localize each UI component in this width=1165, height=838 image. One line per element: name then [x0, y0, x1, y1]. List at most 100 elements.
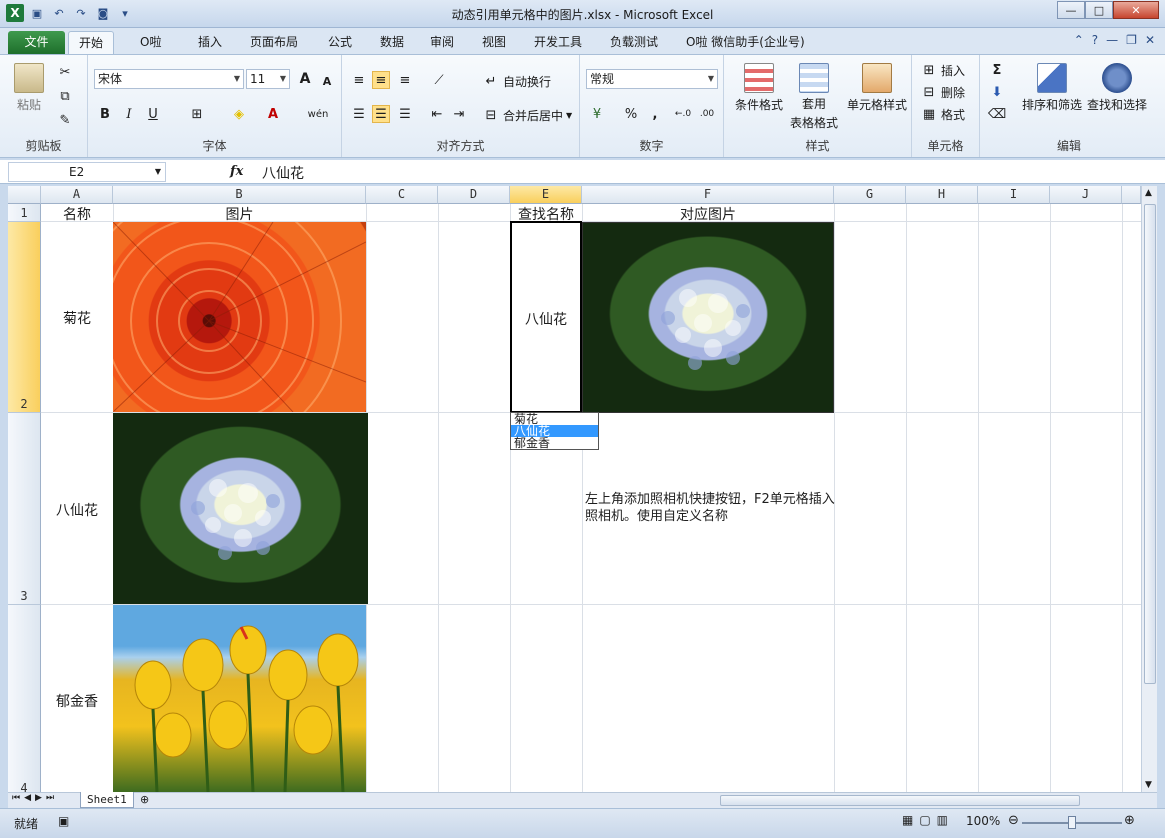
column-header-e[interactable]: E	[510, 186, 582, 204]
vertical-scrollbar[interactable]: ▲ ▼	[1141, 186, 1157, 792]
tab-file[interactable]: 文件	[8, 31, 65, 54]
row-header-1[interactable]: 1	[8, 204, 41, 222]
delete-cells-button[interactable]: ⊟ 删除	[920, 83, 965, 101]
sort-filter-button[interactable]: 排序和筛选	[1020, 63, 1084, 113]
camera-picture-f2[interactable]	[582, 222, 834, 413]
column-header-k[interactable]	[1122, 186, 1141, 204]
tab-review[interactable]: 审阅	[420, 31, 464, 54]
format-cells-button[interactable]: ▦ 格式	[920, 105, 965, 123]
help-icon[interactable]: ?	[1092, 33, 1098, 47]
insert-sheet-icon[interactable]: ⊕	[140, 793, 149, 806]
number-format-select[interactable]: 常规 ▼	[586, 69, 718, 89]
decrease-decimal-icon[interactable]: .00	[696, 105, 718, 123]
horizontal-scroll-thumb[interactable]	[720, 795, 1080, 806]
cell-a3[interactable]: 八仙花	[41, 500, 113, 520]
tab-home[interactable]: 开始	[68, 31, 115, 54]
tab-view[interactable]: 视图	[472, 31, 516, 54]
align-top-icon[interactable]: ≡	[350, 71, 368, 89]
tab-developer[interactable]: 开发工具	[524, 31, 592, 54]
clear-icon[interactable]: ⌫	[988, 105, 1006, 123]
vertical-scroll-thumb[interactable]	[1144, 204, 1156, 684]
chrysanthemum-image[interactable]	[113, 222, 366, 412]
align-left-icon[interactable]: ☰	[350, 105, 368, 123]
insert-function-icon[interactable]: fx	[230, 164, 243, 179]
tab-load-test[interactable]: 负载测试	[600, 31, 668, 54]
insert-cells-button[interactable]: ⊞ 插入	[920, 61, 965, 79]
comma-icon[interactable]: ,	[646, 105, 664, 123]
zoom-in-icon[interactable]: ⊕	[1124, 813, 1135, 828]
copy-icon[interactable]: ⧉	[56, 87, 74, 105]
column-header-j[interactable]: J	[1050, 186, 1122, 204]
select-all-corner[interactable]	[8, 186, 41, 204]
cell-a1[interactable]: 名称	[41, 204, 113, 224]
doc-restore-icon[interactable]: ❐	[1126, 33, 1137, 47]
tab-ola[interactable]: O啦	[130, 31, 171, 54]
hydrangea-image-a3[interactable]	[113, 413, 368, 604]
macro-record-icon[interactable]: ▣	[58, 814, 69, 828]
font-color-icon[interactable]: A	[264, 105, 282, 123]
paste-button[interactable]: 粘贴	[14, 63, 44, 113]
grow-font-icon[interactable]: A	[296, 70, 314, 88]
tab-insert[interactable]: 插入	[188, 31, 232, 54]
accounting-format-icon[interactable]: ¥	[588, 105, 606, 123]
row-header-2[interactable]: 2	[8, 222, 41, 413]
doc-close-icon[interactable]: ✕	[1145, 33, 1155, 47]
column-header-d[interactable]: D	[438, 186, 510, 204]
cell-e2[interactable]: 八仙花	[510, 221, 582, 413]
view-buttons[interactable]: ▦▢▥	[902, 813, 954, 827]
collapse-ribbon-icon[interactable]: ⌃	[1074, 33, 1084, 47]
sheet-nav-icons[interactable]: ⏮◀▶⏭	[12, 793, 58, 803]
find-select-button[interactable]: 查找和选择	[1084, 63, 1150, 113]
phonetic-icon[interactable]: wén	[306, 105, 330, 123]
tab-data[interactable]: 数据	[370, 31, 414, 54]
minimize-button[interactable]: —	[1057, 1, 1085, 19]
format-as-table-button[interactable]: 套用 表格格式	[786, 63, 842, 131]
font-name-select[interactable]: 宋体 ▼	[94, 69, 244, 89]
formula-input[interactable]: 八仙花	[262, 163, 304, 183]
cell-b1[interactable]: 图片	[113, 204, 366, 224]
scroll-up-icon[interactable]: ▲	[1145, 188, 1152, 198]
zoom-slider-knob[interactable]	[1068, 816, 1076, 829]
align-center-icon[interactable]: ☰	[372, 105, 390, 123]
doc-minimize-icon[interactable]: —	[1106, 33, 1118, 47]
merge-center-button[interactable]: ⊟ 合并后居中 ▼	[482, 106, 573, 124]
tab-ola-wechat[interactable]: O啦 微信助手(企业号)	[676, 31, 815, 54]
autosum-icon[interactable]: Σ	[988, 61, 1006, 79]
column-header-a[interactable]: A	[41, 186, 113, 204]
orientation-icon[interactable]: ⟋	[430, 71, 448, 89]
shrink-font-icon[interactable]: A	[318, 72, 336, 90]
fill-color-icon[interactable]: ◈	[230, 105, 248, 123]
font-size-select[interactable]: 11 ▼	[246, 69, 290, 89]
sheet-tab-sheet1[interactable]: Sheet1	[80, 792, 134, 808]
column-header-c[interactable]: C	[366, 186, 438, 204]
zoom-level[interactable]: 100%	[966, 814, 1000, 828]
row-header-4[interactable]: 4	[8, 605, 41, 792]
column-header-b[interactable]: B	[113, 186, 366, 204]
conditional-formatting-button[interactable]: 条件格式	[730, 63, 788, 113]
increase-indent-icon[interactable]: ⇥	[450, 105, 468, 123]
fill-icon[interactable]: ⬇	[988, 83, 1006, 101]
cell-f3-note[interactable]: 左上角添加照相机快捷按钮，F2单元格插入照相机。使用自定义名称	[585, 491, 835, 525]
italic-icon[interactable]: I	[120, 105, 138, 123]
decrease-indent-icon[interactable]: ⇤	[428, 105, 446, 123]
cell-a4[interactable]: 郁金香	[41, 691, 113, 711]
percent-icon[interactable]: %	[622, 105, 640, 123]
wrap-text-button[interactable]: ↵ 自动换行	[482, 72, 551, 90]
worksheet-grid[interactable]: A B C D E F G H I J 1 2 3 4 名称 图片 查找名称 对…	[8, 186, 1141, 792]
cut-icon[interactable]: ✂	[56, 63, 74, 81]
name-box[interactable]: E2 ▼	[8, 162, 166, 182]
tab-formulas[interactable]: 公式	[318, 31, 362, 54]
underline-icon[interactable]: U	[144, 105, 162, 123]
zoom-out-icon[interactable]: ⊖	[1008, 813, 1019, 828]
column-header-i[interactable]: I	[978, 186, 1050, 204]
align-right-icon[interactable]: ☰	[396, 105, 414, 123]
column-header-f[interactable]: F	[582, 186, 834, 204]
tab-page-layout[interactable]: 页面布局	[240, 31, 308, 54]
dropdown-option[interactable]: 郁金香	[511, 437, 598, 449]
format-painter-icon[interactable]: ✎	[56, 111, 74, 129]
cell-f1[interactable]: 对应图片	[582, 204, 834, 224]
align-bottom-icon[interactable]: ≡	[396, 71, 414, 89]
increase-decimal-icon[interactable]: ←.0	[672, 105, 694, 123]
bold-icon[interactable]: B	[96, 105, 114, 123]
column-header-g[interactable]: G	[834, 186, 906, 204]
